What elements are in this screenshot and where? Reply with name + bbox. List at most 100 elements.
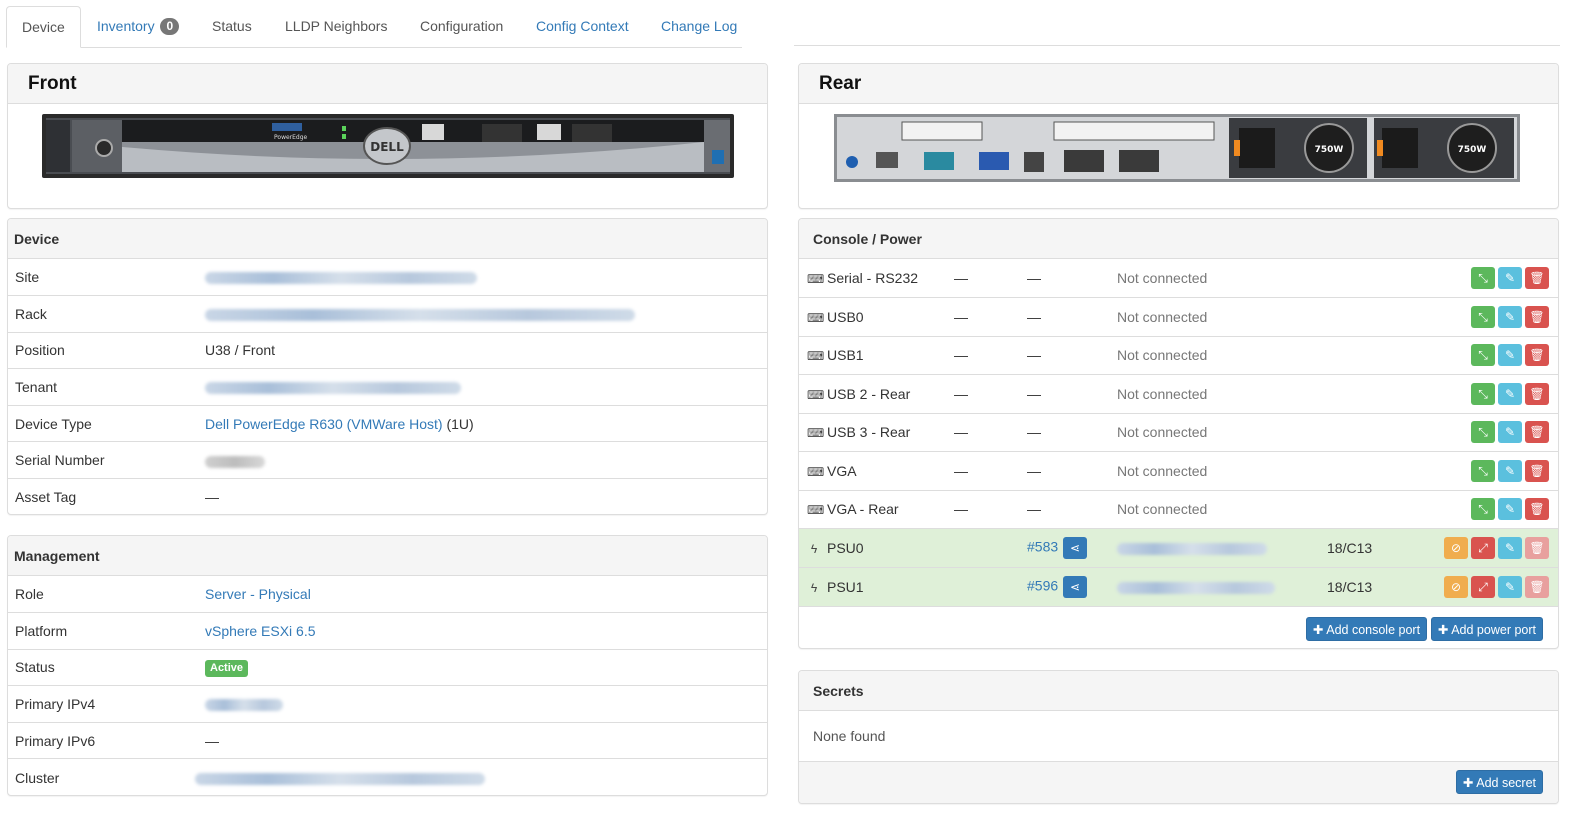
edit-button[interactable]: ✎: [1498, 382, 1522, 405]
connect-button[interactable]: ⤡: [1471, 267, 1495, 289]
device-table: Site Rack Position U38 / Front Tenant De…: [8, 259, 767, 514]
delete-button[interactable]: 🗑: [1525, 305, 1549, 328]
connect-button[interactable]: ⤡: [1471, 344, 1495, 367]
edit-button[interactable]: ✎: [1498, 575, 1522, 598]
table-row: Site: [8, 259, 767, 296]
row-actions: ⤡ ✎ 🗑: [1419, 297, 1558, 336]
console-port-device: —: [954, 374, 1027, 413]
cluster-value[interactable]: [195, 758, 767, 795]
platform-link[interactable]: vSphere ESXi 6.5: [205, 623, 316, 639]
share-icon[interactable]: ⋖: [1063, 536, 1088, 559]
connection-status: Not connected: [1117, 297, 1420, 336]
management-panel: Management Role Server - Physical Platfo…: [7, 535, 768, 796]
tab-change-log-label: Change Log: [661, 18, 738, 34]
console-port-name: ⌨ USB0: [799, 297, 954, 336]
table-row: Serial Number: [8, 441, 767, 479]
delete-button[interactable]: 🗑: [1525, 267, 1549, 289]
edit-button[interactable]: ✎: [1498, 267, 1522, 289]
delete-button[interactable]: 🗑: [1525, 382, 1549, 405]
secrets-empty-text: None found: [813, 728, 886, 744]
add-power-port-label: Add power port: [1451, 622, 1536, 637]
delete-button[interactable]: 🗑: [1525, 575, 1549, 598]
add-secret-button[interactable]: ✚ Add secret: [1455, 770, 1543, 794]
platform-label: Platform: [8, 612, 198, 650]
power-port-cable-cell: #583 ⋖: [1027, 528, 1117, 567]
power-port-label: PSU1: [827, 578, 864, 595]
tab-status-label: Status: [212, 18, 252, 34]
device-panel: Device Site Rack Position U38 / Front Te…: [7, 218, 768, 515]
site-value[interactable]: [198, 259, 767, 296]
connect-button[interactable]: ⤡: [1471, 421, 1495, 444]
connect-button[interactable]: ⤡: [1471, 305, 1495, 328]
console-power-panel: Console / Power ⌨ Serial - RS232 — — Not …: [798, 218, 1559, 649]
console-port-label: VGA - Rear: [827, 501, 899, 518]
console-port-peer: —: [1027, 297, 1117, 336]
delete-button[interactable]: 🗑: [1525, 459, 1549, 482]
disable-button[interactable]: ⊘: [1444, 575, 1468, 598]
role-link[interactable]: Server - Physical: [205, 586, 311, 602]
tab-inventory[interactable]: Inventory 0: [82, 6, 194, 48]
disconnect-button[interactable]: ⤢: [1471, 575, 1495, 598]
tab-status[interactable]: Status: [197, 6, 267, 48]
delete-button[interactable]: 🗑: [1525, 421, 1549, 444]
disconnect-button[interactable]: ⤢: [1471, 536, 1495, 559]
bolt-icon: ϟ: [810, 541, 818, 556]
console-port-device: —: [954, 412, 1027, 452]
delete-button[interactable]: 🗑: [1525, 344, 1549, 367]
edit-button[interactable]: ✎: [1498, 305, 1522, 328]
keyboard-icon: ⌨: [807, 272, 825, 286]
tab-configuration[interactable]: Configuration: [405, 6, 518, 48]
add-power-port-button[interactable]: ✚ Add power port: [1430, 616, 1543, 641]
tenant-value[interactable]: [198, 368, 767, 406]
share-icon[interactable]: ⋖: [1063, 575, 1088, 598]
secrets-panel: Secrets None found ✚ Add secret: [798, 670, 1559, 804]
edit-button[interactable]: ✎: [1498, 421, 1522, 444]
server-rear-image: 750W 750W: [834, 114, 1520, 182]
front-image-wrap: PowerEdge DELL: [8, 104, 767, 178]
table-row: Asset Tag —: [8, 478, 767, 514]
delete-button[interactable]: 🗑: [1525, 498, 1549, 521]
table-row: Status Active: [8, 648, 767, 686]
outlet-label: 18/C13: [1327, 578, 1373, 595]
edit-button[interactable]: ✎: [1498, 344, 1522, 367]
inventory-count-badge: 0: [160, 18, 180, 35]
tab-device[interactable]: Device: [6, 6, 81, 48]
cable-link[interactable]: #596: [1027, 577, 1058, 593]
power-port-row: ϟ PSU1 #596 ⋖ 18/C13 ⊘ ⤢ ✎ 🗑: [799, 566, 1558, 606]
row-actions: ⊘ ⤢ ✎ 🗑: [1419, 566, 1558, 606]
management-panel-title: Management: [8, 536, 767, 576]
front-panel: Front PowerEdge DELL: [7, 63, 768, 209]
edit-button[interactable]: ✎: [1498, 459, 1522, 482]
tab-change-log[interactable]: Change Log: [646, 6, 752, 48]
console-port-label: USB 3 - Rear: [827, 424, 911, 441]
console-port-row: ⌨ VGA - Rear — — Not connected ⤡ ✎ 🗑: [799, 489, 1558, 529]
role-cell: Server - Physical: [198, 576, 767, 613]
device-type-link[interactable]: Dell PowerEdge R630 (VMWare Host): [205, 416, 443, 432]
disable-button[interactable]: ⊘: [1444, 536, 1468, 559]
console-port-name: ⌨ Serial - RS232: [799, 259, 954, 298]
table-row: Role Server - Physical: [8, 576, 767, 613]
connection-status: Not connected: [1117, 451, 1420, 490]
add-secret-label: Add secret: [1476, 776, 1536, 790]
bolt-icon: ϟ: [810, 580, 818, 595]
rack-value[interactable]: [198, 295, 767, 333]
row-actions: ⤡ ✎ 🗑: [1419, 335, 1558, 375]
serial-redacted: [205, 455, 265, 468]
delete-button[interactable]: 🗑: [1525, 536, 1549, 559]
tab-config-context[interactable]: Config Context: [521, 6, 644, 48]
power-port-row: ϟ PSU0 #583 ⋖ 18/C13 ⊘ ⤢ ✎ 🗑: [799, 528, 1558, 567]
connect-button[interactable]: ⤡: [1471, 498, 1495, 521]
add-console-port-button[interactable]: ✚ Add console port: [1305, 616, 1428, 641]
edit-button[interactable]: ✎: [1498, 536, 1522, 559]
rear-psu0-label: 750W: [1315, 145, 1344, 155]
console-power-footer: ✚ Add console port ✚ Add power port: [799, 605, 1558, 641]
tab-lldp-neighbors[interactable]: LLDP Neighbors: [270, 6, 402, 48]
edit-button[interactable]: ✎: [1498, 498, 1522, 521]
cable-link[interactable]: #583: [1027, 538, 1058, 554]
table-row: Platform vSphere ESXi 6.5: [8, 612, 767, 650]
connect-button[interactable]: ⤡: [1471, 459, 1495, 482]
row-actions: ⤡ ✎ 🗑: [1419, 412, 1558, 452]
connect-button[interactable]: ⤡: [1471, 382, 1495, 405]
primary-ipv4-value[interactable]: [198, 685, 767, 723]
rack-redacted: [205, 309, 635, 322]
